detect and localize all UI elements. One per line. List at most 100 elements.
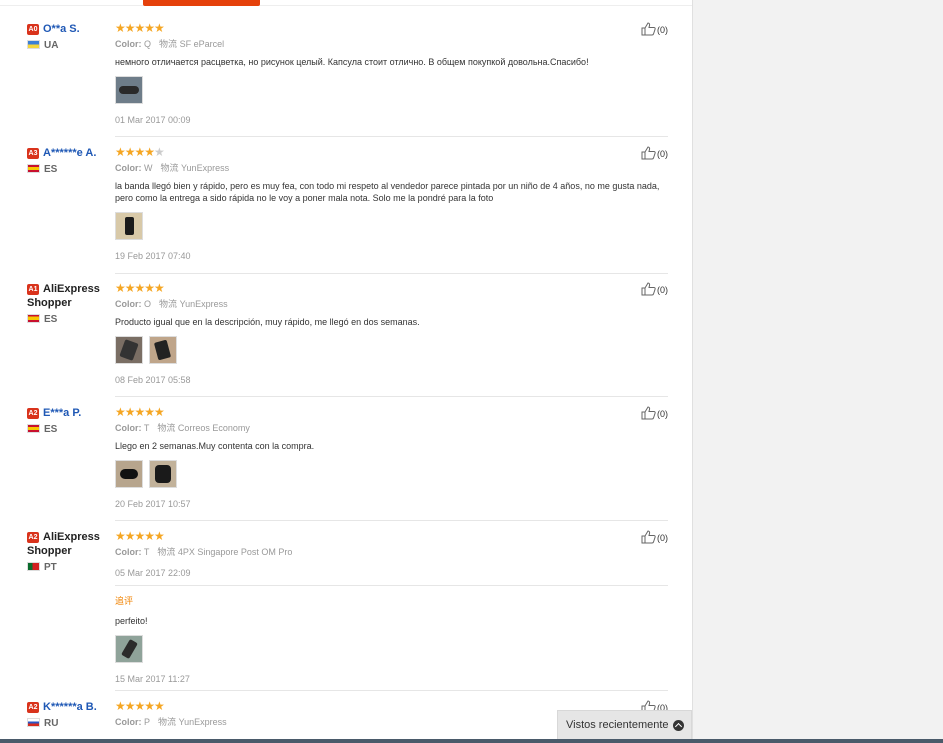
review-date: 01 Mar 2017 00:09 <box>115 115 191 125</box>
buyer-level-badge: A2 <box>27 702 39 713</box>
helpful-count: (0) <box>657 285 668 295</box>
review-photos <box>115 76 668 104</box>
thumbs-up-icon <box>641 146 656 160</box>
buyer-level-badge: A2 <box>27 532 39 543</box>
review-divider <box>115 273 668 274</box>
helpful-button[interactable]: (0) <box>641 146 668 161</box>
shipping-method: 4PX Singapore Post OM Pro <box>177 547 293 557</box>
review-divider <box>115 520 668 521</box>
buyer-level-badge: A3 <box>27 148 39 159</box>
thumbs-up-icon <box>641 22 656 36</box>
es-flag-icon <box>27 424 40 433</box>
chevron-up-icon <box>673 720 684 731</box>
reviewer-info: A3 A******e A. ES <box>27 146 111 176</box>
review-date: 08 Feb 2017 05:58 <box>115 375 191 385</box>
review-date: 19 Feb 2017 07:40 <box>115 251 191 261</box>
helpful-count: (0) <box>657 25 668 35</box>
reviewer-country: ES <box>44 164 58 175</box>
thumbs-up-icon <box>641 282 656 296</box>
shipping-method: SF eParcel <box>179 39 225 49</box>
reviewer-country: ES <box>44 424 58 435</box>
ua-flag-icon <box>27 40 40 49</box>
es-flag-icon <box>27 164 40 173</box>
shipping-method: YunExpress <box>178 717 227 727</box>
star-rating: ★★★★★ <box>115 21 165 35</box>
buyer-level-badge: A0 <box>27 24 39 35</box>
feedback-panel: A0 O**a S. UA ★★★★★ Color: Q 物流 SF eParcel… <box>0 0 693 743</box>
review-text: Producto igual que en la descripción, mu… <box>115 317 420 327</box>
order-info: Color: W 物流 YunExpress <box>115 163 230 173</box>
additional-feedback-date: 15 Mar 2017 11:27 <box>115 674 190 684</box>
shipping-method: Correos Economy <box>177 423 250 433</box>
additional-feedback-text: perfeito! <box>115 616 148 626</box>
review-photos <box>115 336 668 364</box>
color-value: T <box>143 423 150 433</box>
review-text: la banda llegó bien y rápido, pero es mu… <box>115 181 660 203</box>
reviewer-info: A2 K******a B. RU <box>27 700 111 730</box>
star-rating: ★★★★★ <box>115 281 165 295</box>
review-photo[interactable] <box>115 76 143 104</box>
order-info: Color: T 物流 Correos Economy <box>115 423 250 433</box>
reviewer-country: UA <box>44 40 59 51</box>
pt-flag-icon <box>27 562 40 571</box>
review-photos <box>115 635 668 663</box>
taskbar-edge <box>0 739 943 743</box>
buyer-level-badge: A1 <box>27 284 39 295</box>
shipping-method: YunExpress <box>181 163 230 173</box>
color-value: O <box>144 299 152 309</box>
star-rating: ★★★★★ <box>115 145 165 159</box>
recently-viewed-label: Vistos recientemente <box>566 719 669 731</box>
review-text: Llego en 2 semanas.Muy contenta con la c… <box>115 441 315 451</box>
additional-feedback: 追评 perfeito! 15 Mar 2017 11:27 <box>115 585 668 685</box>
reviewer-country: RU <box>44 718 59 729</box>
helpful-count: (0) <box>657 149 668 159</box>
helpful-button[interactable]: (0) <box>641 282 668 297</box>
review-text: немного отличается расцветка, но рисунок… <box>115 57 589 67</box>
review-photo[interactable] <box>115 460 143 488</box>
order-info: Color: Q 物流 SF eParcel <box>115 39 225 49</box>
reviewer-country: PT <box>44 562 57 573</box>
star-rating: ★★★★★ <box>115 529 165 543</box>
buyer-level-badge: A2 <box>27 408 39 419</box>
thumbs-up-icon <box>641 406 656 420</box>
thumbs-up-icon <box>641 530 656 544</box>
reviewer-name: A******e A. <box>43 147 97 159</box>
review-divider <box>115 136 668 137</box>
color-value: P <box>144 717 151 727</box>
review-photo[interactable] <box>149 336 177 364</box>
additional-feedback-title: 追评 <box>115 596 134 606</box>
helpful-count: (0) <box>657 409 668 419</box>
helpful-button[interactable]: (0) <box>641 530 668 545</box>
review-photo[interactable] <box>115 635 143 663</box>
review-photo[interactable] <box>115 212 143 240</box>
color-value: W <box>144 163 153 173</box>
review-date: 20 Feb 2017 10:57 <box>115 499 191 509</box>
reviewer-name: O**a S. <box>43 23 80 35</box>
reviewer-name: E***a P. <box>43 407 82 419</box>
order-info: Color: O 物流 YunExpress <box>115 299 228 309</box>
ru-flag-icon <box>27 718 40 727</box>
active-tab-indicator[interactable] <box>143 0 260 6</box>
reviewer-info: A0 O**a S. UA <box>27 22 111 52</box>
es-flag-icon <box>27 314 40 323</box>
review-photo[interactable] <box>115 336 143 364</box>
additional-divider <box>115 585 668 586</box>
reviewer-name: K******a B. <box>43 701 97 713</box>
star-rating: ★★★★★ <box>115 405 165 419</box>
recently-viewed-button[interactable]: Vistos recientemente <box>557 710 692 740</box>
review-photos <box>115 212 668 240</box>
reviewer-info: A1 AliExpress Shopper ES <box>27 282 111 326</box>
reviewer-country: ES <box>44 314 58 325</box>
helpful-count: (0) <box>657 533 668 543</box>
color-value: T <box>143 547 150 557</box>
order-info: Color: T 物流 4PX Singapore Post OM Pro <box>115 547 293 557</box>
tab-underline <box>0 5 692 6</box>
review-photo[interactable] <box>149 460 177 488</box>
helpful-button[interactable]: (0) <box>641 22 668 37</box>
helpful-button[interactable]: (0) <box>641 406 668 421</box>
color-value: Q <box>144 39 152 49</box>
reviewer-info: A2 AliExpress Shopper PT <box>27 530 111 574</box>
shipping-method: YunExpress <box>179 299 228 309</box>
review-photos <box>115 460 668 488</box>
reviewer-info: A2 E***a P. ES <box>27 406 111 436</box>
